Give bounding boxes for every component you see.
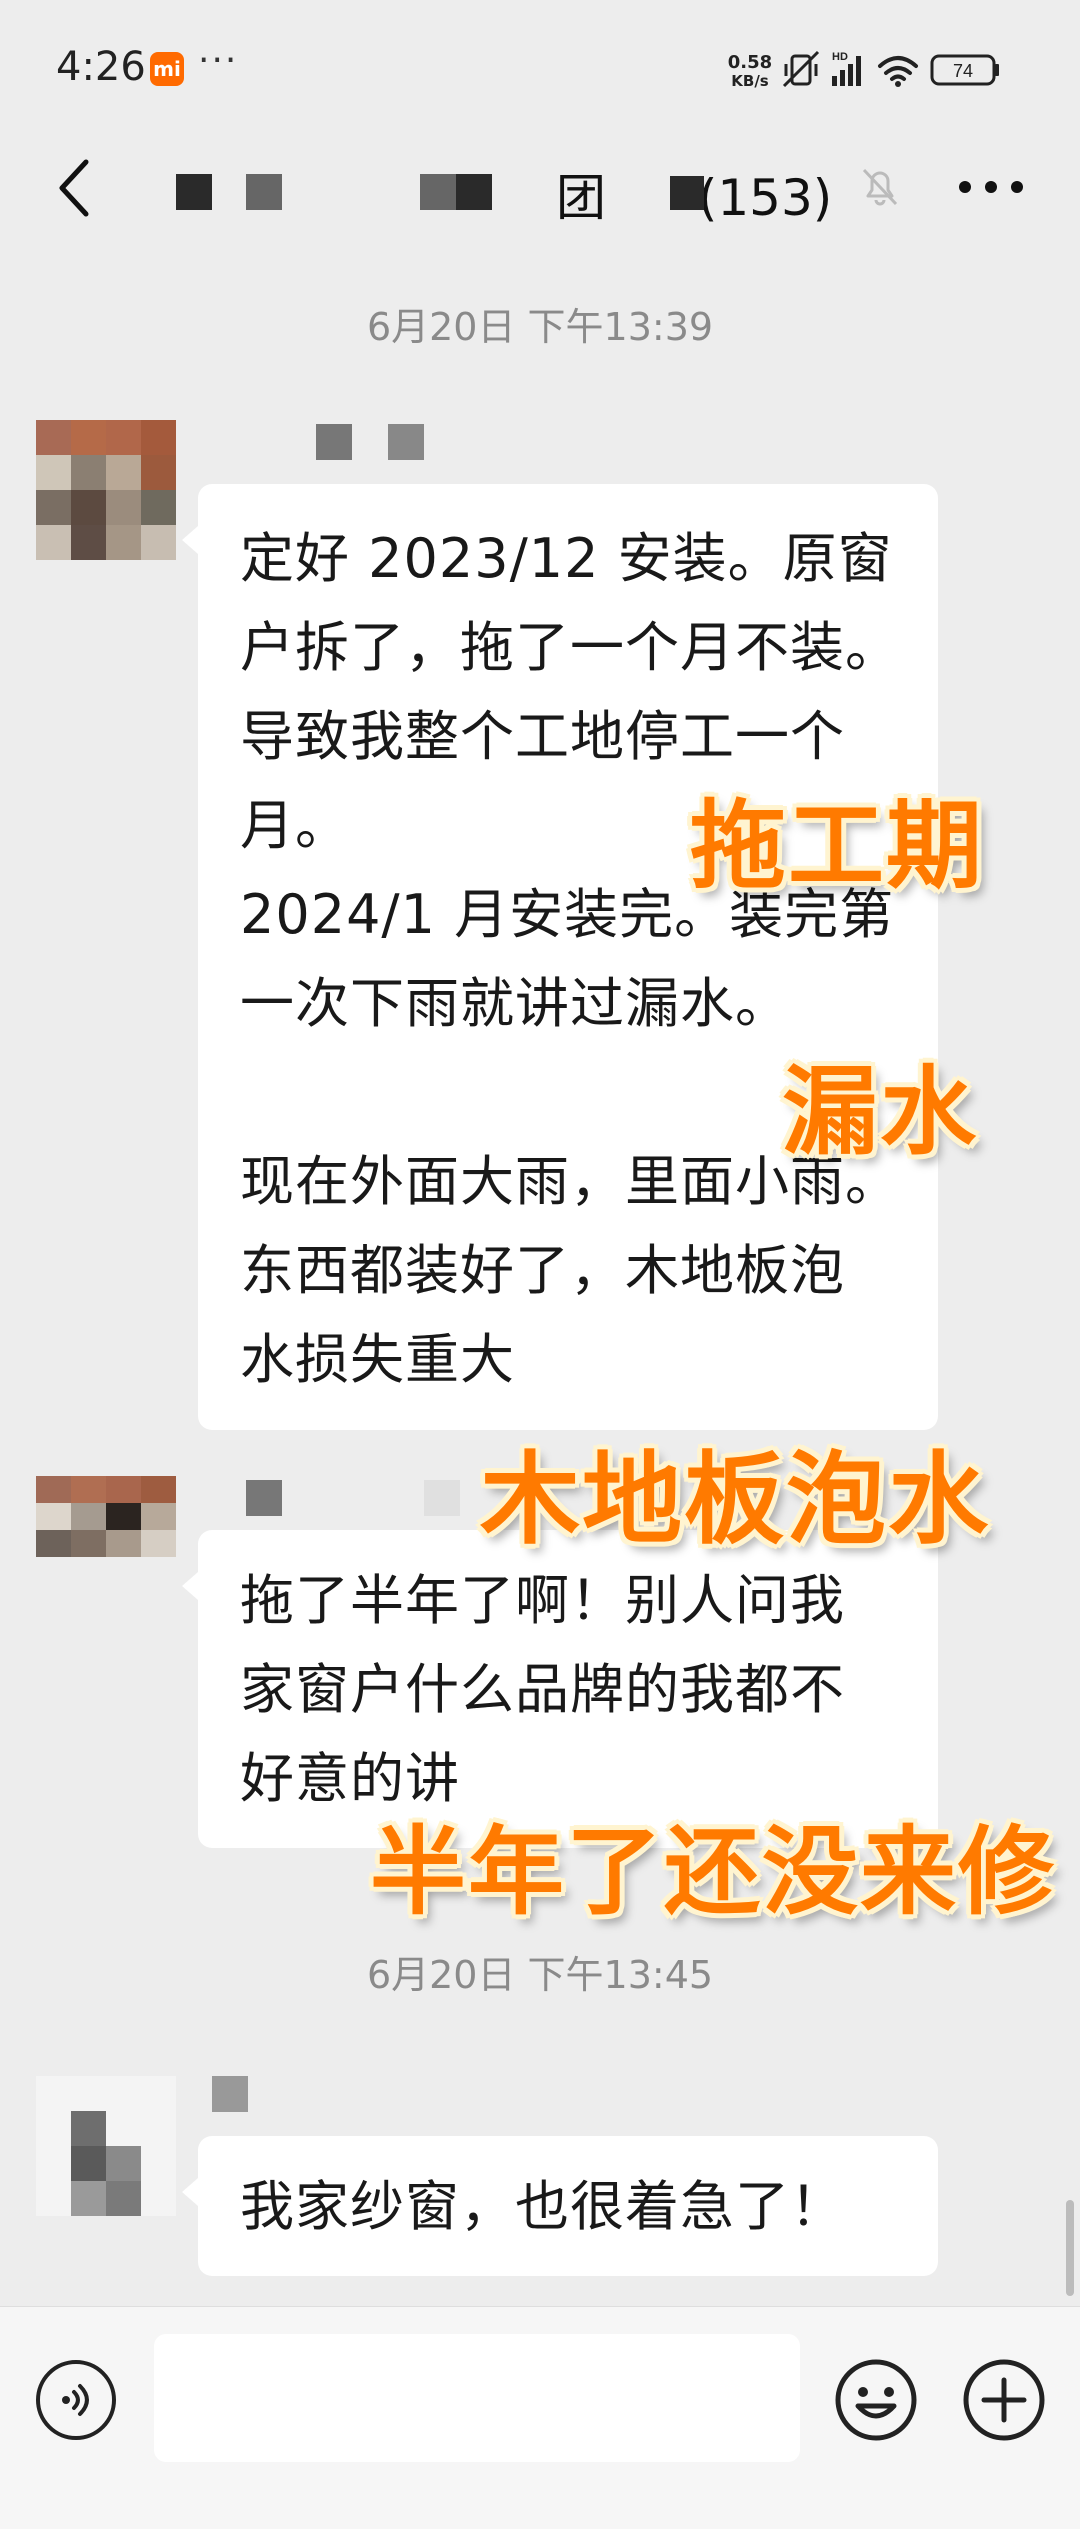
avatar[interactable] <box>36 2076 176 2216</box>
voice-icon <box>62 2384 89 2416</box>
plus-icon <box>963 2359 1045 2441</box>
overlay-caption: 半年了还没来修 <box>370 1816 1056 1928</box>
mi-app-icon: mi <box>150 52 184 86</box>
overlay-caption: 漏水 <box>782 1056 978 1168</box>
mute-icon <box>862 168 898 206</box>
back-icon <box>59 159 89 217</box>
signal-icon: HD <box>832 51 861 86</box>
hd-label: HD <box>832 51 848 63</box>
more-notifications-icon: ··· <box>198 40 239 81</box>
redacted-title-block <box>246 174 282 210</box>
redacted-title-block <box>456 174 492 210</box>
more-icon <box>959 181 1023 193</box>
battery-level: 74 <box>953 61 973 81</box>
redacted-title-block <box>176 174 212 210</box>
member-count: (153) <box>697 169 833 227</box>
redacted-sender-name <box>424 1480 460 1516</box>
back-button[interactable] <box>44 150 104 226</box>
message-text: 我家纱窗，也很着急了！ <box>240 2175 845 2238</box>
plus-button[interactable] <box>960 2356 1048 2444</box>
scroll-indicator[interactable] <box>1066 2200 1074 2296</box>
avatar[interactable] <box>36 420 176 560</box>
chat-header <box>0 140 1080 260</box>
network-speed: 0.58 KB/s <box>722 52 778 91</box>
redacted-sender-name <box>316 424 352 460</box>
wifi-icon <box>878 56 918 81</box>
battery-icon: 74 <box>930 54 999 86</box>
voice-button[interactable] <box>36 2360 116 2440</box>
redacted-title-block <box>670 176 704 210</box>
net-speed-value: 0.58 <box>727 52 773 73</box>
vibrate-off-icon <box>782 50 820 88</box>
timestamp: 6月20日 下午13:45 <box>366 1953 714 1997</box>
message-text: 拖了半年了啊！别人问我 家窗户什么品牌的我都不 好意的讲 <box>240 1569 845 1810</box>
redacted-sender-name <box>246 1480 282 1516</box>
emoji-icon <box>835 2359 917 2441</box>
message-input[interactable] <box>154 2334 800 2462</box>
status-time: 4:26 <box>56 44 146 90</box>
avatar[interactable] <box>36 1476 176 1584</box>
chat-title-visible: 团 <box>556 169 606 227</box>
net-speed-unit: KB/s <box>731 72 769 90</box>
status-icons: HD 74 <box>782 50 999 88</box>
redacted-sender-name <box>388 424 424 460</box>
redacted-title-block <box>420 174 456 210</box>
timestamp: 6月20日 下午13:39 <box>366 305 714 349</box>
message-text: 定好 2023/12 安装。原窗 户拆了，拖了一个月不装。 导致我整个工地停工一… <box>240 527 900 1391</box>
emoji-button[interactable] <box>832 2356 920 2444</box>
overlay-caption: 木地板泡水 <box>480 1441 990 1558</box>
overlay-caption: 拖工期 <box>690 790 984 902</box>
more-button[interactable] <box>958 180 1024 194</box>
redacted-sender-name <box>212 2076 248 2112</box>
